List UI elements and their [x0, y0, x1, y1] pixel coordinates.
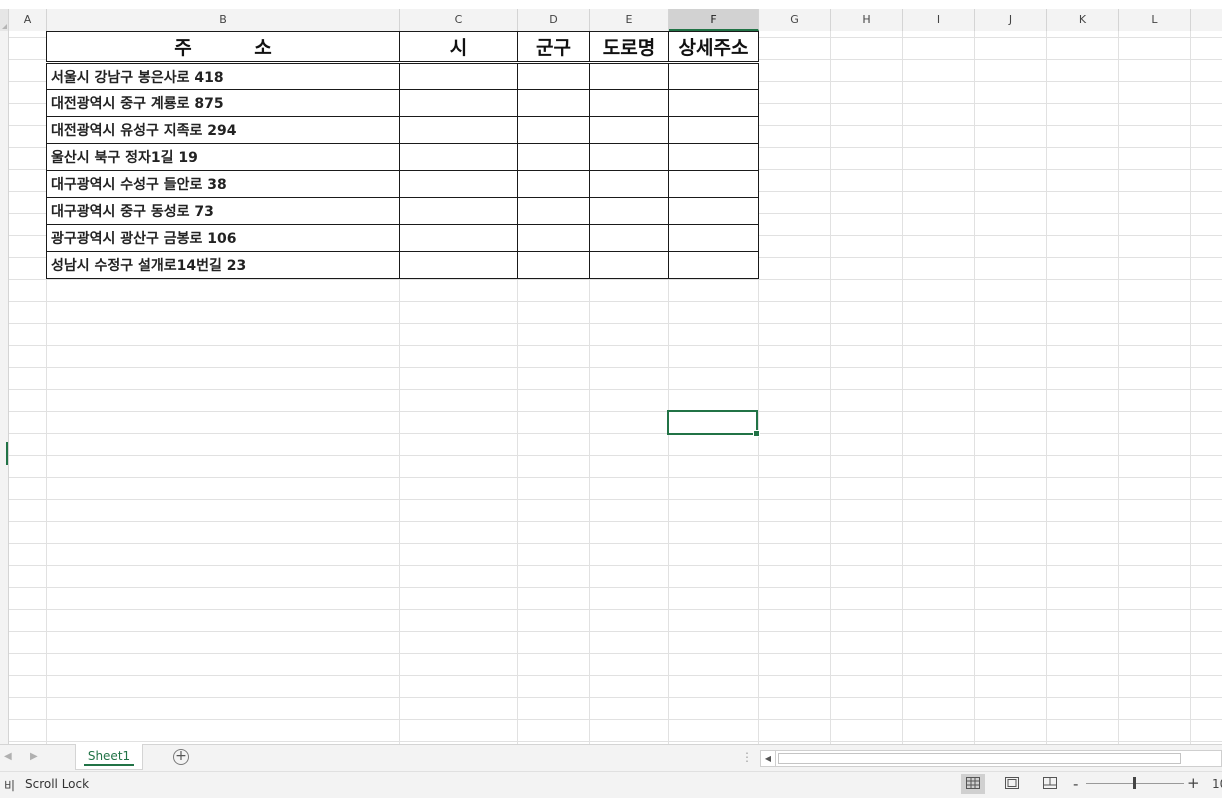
road-cell[interactable]	[589, 251, 669, 279]
col-header-b[interactable]: B	[47, 9, 400, 31]
header-district[interactable]: 군구	[517, 31, 590, 64]
city-cell[interactable]	[399, 116, 518, 144]
table-row: 울산시 북구 정자1길 19	[46, 143, 759, 171]
address-cell[interactable]: 대전광역시 중구 계룡로 875	[46, 89, 400, 117]
col-header-l[interactable]: L	[1119, 9, 1191, 31]
header-address[interactable]: 주 소	[46, 31, 400, 64]
table-row: 광구광역시 광산구 금봉로 106	[46, 224, 759, 252]
scroll-lock-indicator: Scroll Lock	[25, 777, 90, 791]
status-bar: 비 Scroll Lock - + 10	[0, 771, 1222, 798]
address-cell[interactable]: 대전광역시 유성구 지족로 294	[46, 116, 400, 144]
detail-cell[interactable]	[668, 170, 759, 198]
zoom-level[interactable]: 10	[1212, 777, 1222, 791]
road-cell[interactable]	[589, 197, 669, 225]
detail-cell[interactable]	[668, 224, 759, 252]
detail-cell[interactable]	[668, 62, 759, 90]
table-row: 대전광역시 유성구 지족로 294	[46, 116, 759, 144]
col-header-j[interactable]: J	[975, 9, 1047, 31]
road-cell[interactable]	[589, 224, 669, 252]
road-cell[interactable]	[589, 62, 669, 90]
detail-cell[interactable]	[668, 251, 759, 279]
select-all-corner[interactable]	[0, 9, 9, 31]
road-cell[interactable]	[589, 170, 669, 198]
header-road-name[interactable]: 도로명	[589, 31, 669, 64]
district-cell[interactable]	[517, 251, 590, 279]
road-cell[interactable]	[589, 143, 669, 171]
col-header-f[interactable]: F	[669, 9, 759, 31]
table-header-row: 주 소 시 군구 도로명 상세주소	[46, 31, 759, 64]
zoom-out-button[interactable]: -	[1073, 775, 1078, 793]
table-row: 대전광역시 중구 계룡로 875	[46, 89, 759, 117]
city-cell[interactable]	[399, 89, 518, 117]
row-selection-indicator	[6, 442, 8, 465]
col-header-c[interactable]: C	[400, 9, 518, 31]
district-cell[interactable]	[517, 143, 590, 171]
column-header-bar: A B C D E F G H I J K L	[0, 9, 1222, 32]
city-cell[interactable]	[399, 197, 518, 225]
splitter-dots-icon[interactable]: ⋮	[741, 750, 753, 764]
top-strip	[0, 0, 1222, 9]
col-header-m-partial[interactable]	[1191, 9, 1222, 31]
address-cell[interactable]: 광구광역시 광산구 금봉로 106	[46, 224, 400, 252]
detail-cell[interactable]	[668, 143, 759, 171]
col-header-i[interactable]: I	[903, 9, 975, 31]
col-header-a[interactable]: A	[9, 9, 47, 31]
city-cell[interactable]	[399, 170, 518, 198]
district-cell[interactable]	[517, 224, 590, 252]
col-header-g[interactable]: G	[759, 9, 831, 31]
col-header-k[interactable]: K	[1047, 9, 1119, 31]
district-cell[interactable]	[517, 89, 590, 117]
table-row: 서울시 강남구 봉은사로 418	[46, 62, 759, 90]
detail-cell[interactable]	[668, 116, 759, 144]
scrollbar-thumb[interactable]	[778, 753, 1181, 764]
road-cell[interactable]	[589, 89, 669, 117]
district-cell[interactable]	[517, 62, 590, 90]
city-cell[interactable]	[399, 62, 518, 90]
page-layout-icon[interactable]	[1000, 774, 1024, 794]
header-city[interactable]: 시	[399, 31, 518, 64]
tab-scroll-right-icon[interactable]: ▶	[30, 751, 38, 762]
zoom-slider-thumb[interactable]	[1133, 777, 1136, 789]
district-cell[interactable]	[517, 116, 590, 144]
col-header-e[interactable]: E	[590, 9, 669, 31]
address-cell[interactable]: 성남시 수정구 설개로14번길 23	[46, 251, 400, 279]
sheet-tab-bar: ◀ ▶ Sheet1 + ⋮ ◀	[0, 744, 1222, 772]
horizontal-scrollbar[interactable]: ◀	[760, 750, 1222, 767]
tab-scroll-left-icon[interactable]: ◀	[4, 751, 12, 762]
detail-cell[interactable]	[668, 197, 759, 225]
status-mode-partial: 비	[4, 779, 16, 793]
active-cell-selection[interactable]	[667, 410, 760, 437]
address-table: 주 소 시 군구 도로명 상세주소 서울시 강남구 봉은사로 418 대전광역시…	[46, 31, 759, 279]
normal-view-icon[interactable]	[961, 774, 985, 794]
city-cell[interactable]	[399, 224, 518, 252]
table-row: 대구광역시 중구 동성로 73	[46, 197, 759, 225]
city-cell[interactable]	[399, 251, 518, 279]
road-cell[interactable]	[589, 116, 669, 144]
scroll-left-icon[interactable]: ◀	[761, 751, 776, 766]
detail-cell[interactable]	[668, 89, 759, 117]
address-cell[interactable]: 서울시 강남구 봉은사로 418	[46, 62, 400, 90]
address-cell[interactable]: 대구광역시 중구 동성로 73	[46, 197, 400, 225]
table-row: 성남시 수정구 설개로14번길 23	[46, 251, 759, 279]
district-cell[interactable]	[517, 170, 590, 198]
address-cell[interactable]: 대구광역시 수성구 들안로 38	[46, 170, 400, 198]
header-detail-address[interactable]: 상세주소	[668, 31, 759, 64]
row-header-bar	[0, 31, 9, 744]
col-header-d[interactable]: D	[518, 9, 590, 31]
tab-sheet1[interactable]: Sheet1	[75, 744, 143, 770]
zoom-in-button[interactable]: +	[1187, 774, 1200, 792]
table-row: 대구광역시 수성구 들안로 38	[46, 170, 759, 198]
page-break-preview-icon[interactable]	[1038, 774, 1062, 794]
col-header-h[interactable]: H	[831, 9, 903, 31]
address-cell[interactable]: 울산시 북구 정자1길 19	[46, 143, 400, 171]
city-cell[interactable]	[399, 143, 518, 171]
district-cell[interactable]	[517, 197, 590, 225]
plus-circle-icon[interactable]: +	[173, 749, 189, 765]
